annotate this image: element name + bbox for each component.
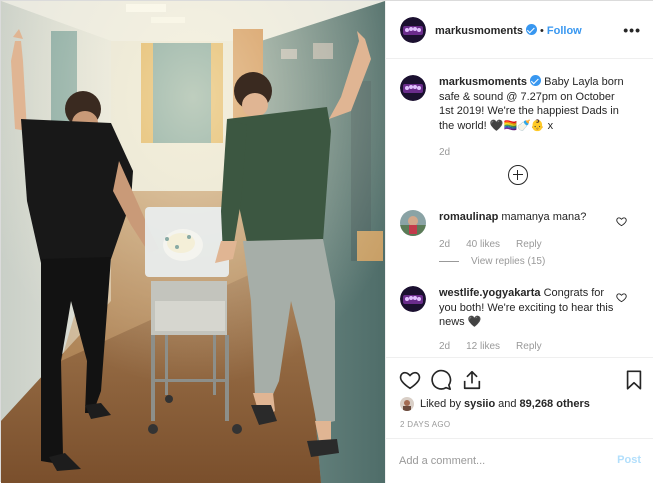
liked-user[interactable]: sysiio: [464, 398, 495, 410]
reply-button[interactable]: Reply: [516, 341, 542, 352]
comment-text-block: westlife.yogyakarta Congrats for you bot…: [439, 286, 624, 330]
post-photo[interactable]: [1, 1, 385, 483]
heart-icon[interactable]: [616, 292, 627, 303]
comment-timestamp[interactable]: 2d: [439, 341, 450, 352]
bookmark-icon[interactable]: [623, 369, 645, 391]
liked-count[interactable]: 89,268 others: [520, 398, 590, 410]
commenter-avatar[interactable]: [400, 210, 426, 236]
comments-list[interactable]: markusmoments Baby Layla born safe & sou…: [386, 59, 653, 356]
comment-text: mamanya mana?: [501, 211, 587, 223]
caption-username[interactable]: markusmoments: [439, 76, 527, 88]
caption-text-block: markusmoments Baby Layla born safe & sou…: [439, 75, 624, 133]
header-line: markusmoments • Follow: [435, 24, 582, 37]
liker-avatar[interactable]: [400, 397, 414, 411]
hospital-corridor-photo: [1, 1, 385, 483]
add-comment-bar: Post: [386, 438, 653, 483]
comment-meta: 2d 40 likes Reply: [439, 239, 558, 250]
post-comment-button[interactable]: Post: [617, 454, 641, 466]
replies-divider: [439, 261, 459, 262]
plus-circle-icon[interactable]: [508, 165, 528, 185]
liked-by-line: Liked by sysiio and 89,268 others: [400, 396, 593, 412]
caption-time[interactable]: 2d: [439, 147, 466, 158]
view-replies-label: View replies (15): [471, 256, 546, 267]
comment-icon[interactable]: [430, 369, 452, 391]
heart-icon[interactable]: [616, 216, 627, 227]
comment-timestamp[interactable]: 2d: [439, 239, 450, 250]
reply-button[interactable]: Reply: [516, 239, 542, 250]
liked-prefix: Liked by: [420, 398, 461, 410]
heart-icon[interactable]: [399, 369, 421, 391]
post-header: markusmoments • Follow •••: [386, 1, 653, 59]
comment-text-block: romaulinap mamanya mana?: [439, 210, 624, 225]
comment-like-count[interactable]: 40 likes: [466, 239, 500, 250]
band-logo-icon: [400, 17, 426, 43]
user-photo-icon: [400, 397, 414, 411]
posted-ago[interactable]: 2 DAYS AGO: [400, 420, 450, 429]
commenter-username[interactable]: westlife.yogyakarta: [439, 287, 541, 299]
more-options-icon[interactable]: •••: [623, 22, 641, 38]
view-replies-button[interactable]: View replies (15): [439, 256, 545, 267]
comment-like-count[interactable]: 12 likes: [466, 341, 500, 352]
post-modal: markusmoments • Follow ••• markusmoments…: [0, 0, 653, 483]
verified-badge-icon: [526, 24, 538, 35]
author-username[interactable]: markusmoments: [435, 25, 523, 37]
verified-badge-icon: [530, 75, 542, 86]
add-comment-input[interactable]: [399, 453, 599, 469]
band-logo-icon: [400, 75, 426, 101]
share-icon[interactable]: [461, 369, 483, 391]
band-logo-icon: [400, 286, 426, 312]
comment-meta: 2d 12 likes Reply: [439, 341, 558, 352]
follow-button[interactable]: Follow: [547, 25, 582, 37]
post-side-panel: markusmoments • Follow ••• markusmoments…: [385, 1, 653, 483]
caption-timestamp[interactable]: 2d: [439, 147, 450, 158]
author-avatar[interactable]: [400, 17, 426, 43]
liked-and: and: [498, 398, 517, 410]
caption-avatar[interactable]: [400, 75, 426, 101]
post-actions: Liked by sysiio and 89,268 others 2 DAYS AG…: [386, 357, 653, 438]
user-photo-icon: [400, 210, 426, 236]
separator-dot: •: [540, 25, 544, 37]
commenter-avatar[interactable]: [400, 286, 426, 312]
commenter-username[interactable]: romaulinap: [439, 211, 498, 223]
